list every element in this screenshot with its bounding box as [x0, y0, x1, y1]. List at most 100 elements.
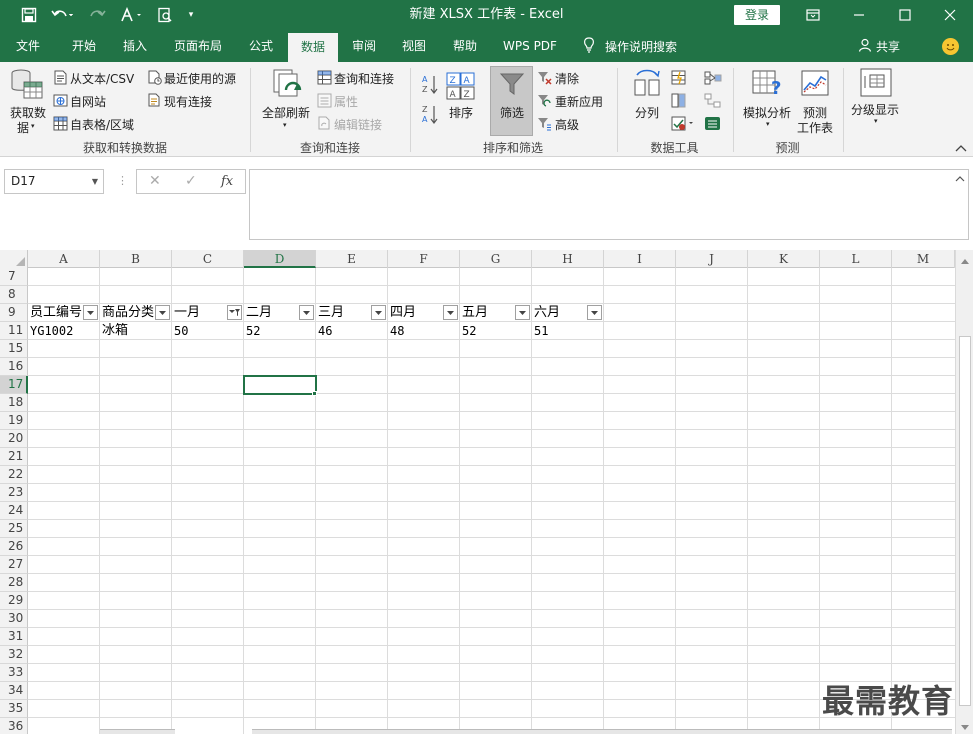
column-header-c[interactable]: C [172, 250, 244, 268]
advanced-button[interactable]: 高级 [555, 116, 579, 133]
confirm-entry-icon[interactable]: ✓ [185, 170, 197, 193]
row-header-11[interactable]: 11 [0, 322, 28, 340]
print-preview-icon[interactable] [153, 0, 177, 30]
row-header-32[interactable]: 32 [0, 646, 28, 664]
horizontal-scrollbar[interactable] [252, 729, 952, 734]
tab-file[interactable]: 文件 [4, 30, 52, 62]
share-button[interactable]: 共享 [858, 30, 900, 62]
data-cell-f11[interactable]: 48 [390, 323, 458, 339]
column-header-l[interactable]: L [820, 250, 892, 268]
filter-dropdown-icon[interactable] [299, 305, 314, 320]
column-header-e[interactable]: E [316, 250, 388, 268]
flash-fill-icon[interactable] [671, 70, 686, 88]
header-cell-f[interactable]: 四月 [390, 305, 442, 321]
row-header-15[interactable]: 15 [0, 340, 28, 358]
tab-wps-pdf[interactable]: WPS PDF [496, 30, 564, 62]
row-header-20[interactable]: 20 [0, 430, 28, 448]
refresh-all-label[interactable]: 全部刷新 [262, 104, 310, 121]
row-header-24[interactable]: 24 [0, 502, 28, 520]
expand-formula-bar-icon[interactable] [955, 175, 965, 185]
header-cell-g[interactable]: 五月 [462, 305, 514, 321]
fill-handle[interactable] [312, 391, 317, 396]
row-header-21[interactable]: 21 [0, 448, 28, 466]
get-data-icon[interactable] [10, 68, 44, 107]
row-header-26[interactable]: 26 [0, 538, 28, 556]
save-icon[interactable] [18, 0, 40, 30]
sort-icon[interactable]: ZAAZ [446, 72, 476, 103]
sort-descending-icon[interactable]: ZA [421, 104, 439, 129]
redo-icon[interactable] [84, 0, 112, 30]
name-box-dropdown-icon[interactable]: ▼ [92, 170, 98, 193]
relationships-icon[interactable] [704, 93, 722, 111]
outline-button[interactable]: 分级显示 [851, 101, 899, 118]
row-header-9[interactable]: 9 [0, 304, 28, 322]
data-cell-g11[interactable]: 52 [462, 323, 530, 339]
undo-icon[interactable] [48, 0, 76, 30]
what-if-analysis-button[interactable]: 模拟分析 [743, 104, 791, 121]
data-cell-e11[interactable]: 46 [318, 323, 386, 339]
refresh-dropdown-icon[interactable]: ▾ [283, 121, 287, 129]
column-header-b[interactable]: B [100, 250, 172, 268]
header-cell-d[interactable]: 二月 [246, 305, 298, 321]
header-cell-e[interactable]: 三月 [318, 305, 370, 321]
refresh-all-icon[interactable] [272, 68, 306, 107]
edit-links-button[interactable]: 编辑链接 [334, 116, 382, 133]
header-cell-b[interactable]: 商品分类 [102, 305, 154, 321]
name-box[interactable]: D17 ▼ [4, 169, 104, 194]
row-header-27[interactable]: 27 [0, 556, 28, 574]
filter-dropdown-icon[interactable] [587, 305, 602, 320]
data-cell-a11[interactable]: YG1002 [30, 323, 98, 339]
collapse-ribbon-icon[interactable] [955, 144, 967, 155]
sheet-tab-strip[interactable] [100, 729, 175, 734]
remove-duplicates-icon[interactable] [671, 93, 686, 111]
row-header-33[interactable]: 33 [0, 664, 28, 682]
tab-data[interactable]: 数据 [288, 33, 338, 62]
active-cell-selection[interactable] [243, 375, 317, 395]
column-header-g[interactable]: G [460, 250, 532, 268]
feedback-smiley-icon[interactable] [942, 38, 959, 55]
data-cell-d11[interactable]: 52 [246, 323, 314, 339]
formula-input[interactable] [249, 169, 969, 240]
header-cell-h[interactable]: 六月 [534, 305, 586, 321]
text-to-columns-button[interactable]: 分列 [635, 104, 659, 121]
row-header-25[interactable]: 25 [0, 520, 28, 538]
worksheet-grid[interactable]: ABCDEFGHIJKLM 7 8 9 11 15 16 17 18 19 20 21 22 23 24 2… [0, 250, 973, 734]
scroll-up-icon[interactable] [960, 254, 970, 268]
tab-home[interactable]: 开始 [60, 30, 108, 62]
data-validation-icon[interactable] [671, 116, 695, 134]
active-filter-icon[interactable] [227, 305, 242, 320]
tab-formulas[interactable]: 公式 [237, 30, 285, 62]
row-header-19[interactable]: 19 [0, 412, 28, 430]
column-header-f[interactable]: F [388, 250, 460, 268]
header-cell-c[interactable]: 一月 [174, 305, 226, 321]
column-header-i[interactable]: I [604, 250, 676, 268]
row-header-29[interactable]: 29 [0, 592, 28, 610]
header-cell-a[interactable]: 员工编号 [30, 305, 82, 321]
tab-review[interactable]: 审阅 [340, 30, 388, 62]
data-cell-h11[interactable]: 51 [534, 323, 602, 339]
row-header-16[interactable]: 16 [0, 358, 28, 376]
insert-function-icon[interactable]: fx [221, 170, 233, 193]
reapply-button[interactable]: 重新应用 [555, 93, 603, 110]
from-text-csv-button[interactable]: 从文本/CSV [70, 70, 134, 87]
filter-dropdown-icon[interactable] [83, 305, 98, 320]
row-header-18[interactable]: 18 [0, 394, 28, 412]
filter-dropdown-icon[interactable] [443, 305, 458, 320]
text-to-columns-icon[interactable] [633, 68, 663, 101]
outline-icon[interactable] [860, 68, 892, 101]
row-header-28[interactable]: 28 [0, 574, 28, 592]
filter-dropdown-icon[interactable] [155, 305, 170, 320]
consolidate-icon[interactable] [704, 70, 722, 88]
data-model-icon[interactable] [704, 116, 721, 134]
cancel-entry-icon[interactable]: ✕ [149, 170, 161, 193]
vertical-scrollbar[interactable] [955, 250, 973, 734]
login-button[interactable]: 登录 [734, 5, 780, 25]
row-header-7[interactable]: 7 [0, 268, 28, 286]
row-header-35[interactable]: 35 [0, 700, 28, 718]
formula-bar-grip-icon[interactable]: ⋮ [117, 174, 128, 187]
tab-page-layout[interactable]: 页面布局 [166, 30, 230, 62]
column-header-d[interactable]: D [244, 250, 316, 268]
filter-dropdown-icon[interactable] [515, 305, 530, 320]
row-header-23[interactable]: 23 [0, 484, 28, 502]
recent-sources-button[interactable]: 最近使用的源 [164, 70, 236, 87]
